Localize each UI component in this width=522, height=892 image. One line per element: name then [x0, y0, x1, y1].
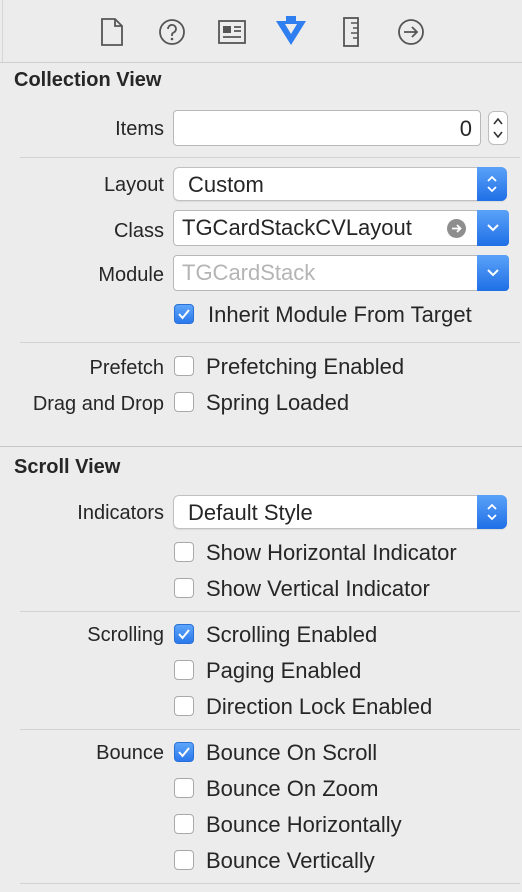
goto-arrow-icon[interactable] [447, 219, 466, 238]
collection-view-title: Collection View [14, 69, 162, 91]
bounce-on-scroll-label: Bounce On Scroll [206, 740, 378, 765]
divider [20, 342, 520, 343]
module-label: Module [98, 264, 164, 286]
spring-loaded-checkbox[interactable] [174, 392, 194, 412]
paging-enabled-label: Paging Enabled [206, 658, 362, 683]
layout-label: Layout [103, 174, 164, 196]
show-vertical-checkbox[interactable] [174, 578, 194, 598]
chevron-down-icon[interactable] [477, 255, 509, 291]
scroll-view-title: Scroll View [14, 456, 121, 478]
indicators-popup[interactable]: Default Style [173, 495, 507, 529]
drag-drop-label: Drag and Drop [32, 393, 164, 415]
file-icon[interactable] [94, 14, 130, 50]
bounce-horizontally-label: Bounce Horizontally [206, 812, 402, 837]
bounce-horizontally-checkbox[interactable] [174, 814, 194, 834]
size-icon[interactable] [333, 14, 369, 50]
bounce-vertically-checkbox[interactable] [174, 850, 194, 870]
scrolling-enabled-checkbox[interactable] [174, 624, 194, 644]
bounce-vertically-label: Bounce Vertically [206, 848, 375, 873]
chevron-down-icon[interactable] [477, 210, 509, 246]
divider [20, 883, 520, 884]
prefetching-label: Prefetching Enabled [206, 354, 405, 379]
spring-loaded-label: Spring Loaded [206, 390, 350, 415]
divider [20, 729, 520, 730]
updown-chevron-icon [477, 167, 507, 201]
updown-chevron-icon [477, 495, 507, 529]
module-combo[interactable]: TGCardStack [173, 255, 509, 291]
direction-lock-checkbox[interactable] [174, 696, 194, 716]
inspector-toolbar [0, 0, 522, 63]
items-stepper[interactable] [488, 111, 508, 145]
paging-enabled-checkbox[interactable] [174, 660, 194, 680]
connections-icon[interactable] [393, 14, 429, 50]
class-value: TGCardStackCVLayout [182, 215, 412, 240]
bounce-on-zoom-checkbox[interactable] [174, 778, 194, 798]
items-field[interactable]: 0 [173, 110, 481, 146]
indicators-value: Default Style [188, 500, 313, 525]
attributes-icon[interactable] [273, 14, 309, 50]
divider [20, 157, 520, 158]
section-divider [0, 446, 522, 447]
class-label: Class [113, 220, 164, 242]
prefetch-label: Prefetch [89, 357, 164, 379]
help-icon[interactable] [154, 14, 190, 50]
items-label: Items [115, 118, 164, 140]
show-horizontal-checkbox[interactable] [174, 542, 194, 562]
layout-popup[interactable]: Custom [173, 167, 507, 201]
module-placeholder: TGCardStack [182, 260, 316, 285]
divider [20, 611, 520, 612]
bounce-label: Bounce [96, 742, 164, 764]
prefetching-checkbox[interactable] [174, 356, 194, 376]
items-value: 0 [459, 116, 472, 141]
bounce-on-scroll-checkbox[interactable] [174, 742, 194, 762]
show-vertical-label: Show Vertical Indicator [206, 576, 430, 601]
class-combo[interactable]: TGCardStackCVLayout [173, 210, 509, 246]
direction-lock-label: Direction Lock Enabled [206, 694, 433, 719]
inherit-module-label: Inherit Module From Target [208, 302, 472, 327]
scrolling-label: Scrolling [87, 624, 164, 646]
layout-value: Custom [188, 172, 264, 197]
inherit-module-checkbox[interactable] [174, 304, 194, 324]
identity-icon[interactable] [214, 14, 250, 50]
bounce-on-zoom-label: Bounce On Zoom [206, 776, 379, 801]
scrolling-enabled-label: Scrolling Enabled [206, 622, 378, 647]
indicators-label: Indicators [77, 502, 164, 524]
show-horizontal-label: Show Horizontal Indicator [206, 540, 457, 565]
